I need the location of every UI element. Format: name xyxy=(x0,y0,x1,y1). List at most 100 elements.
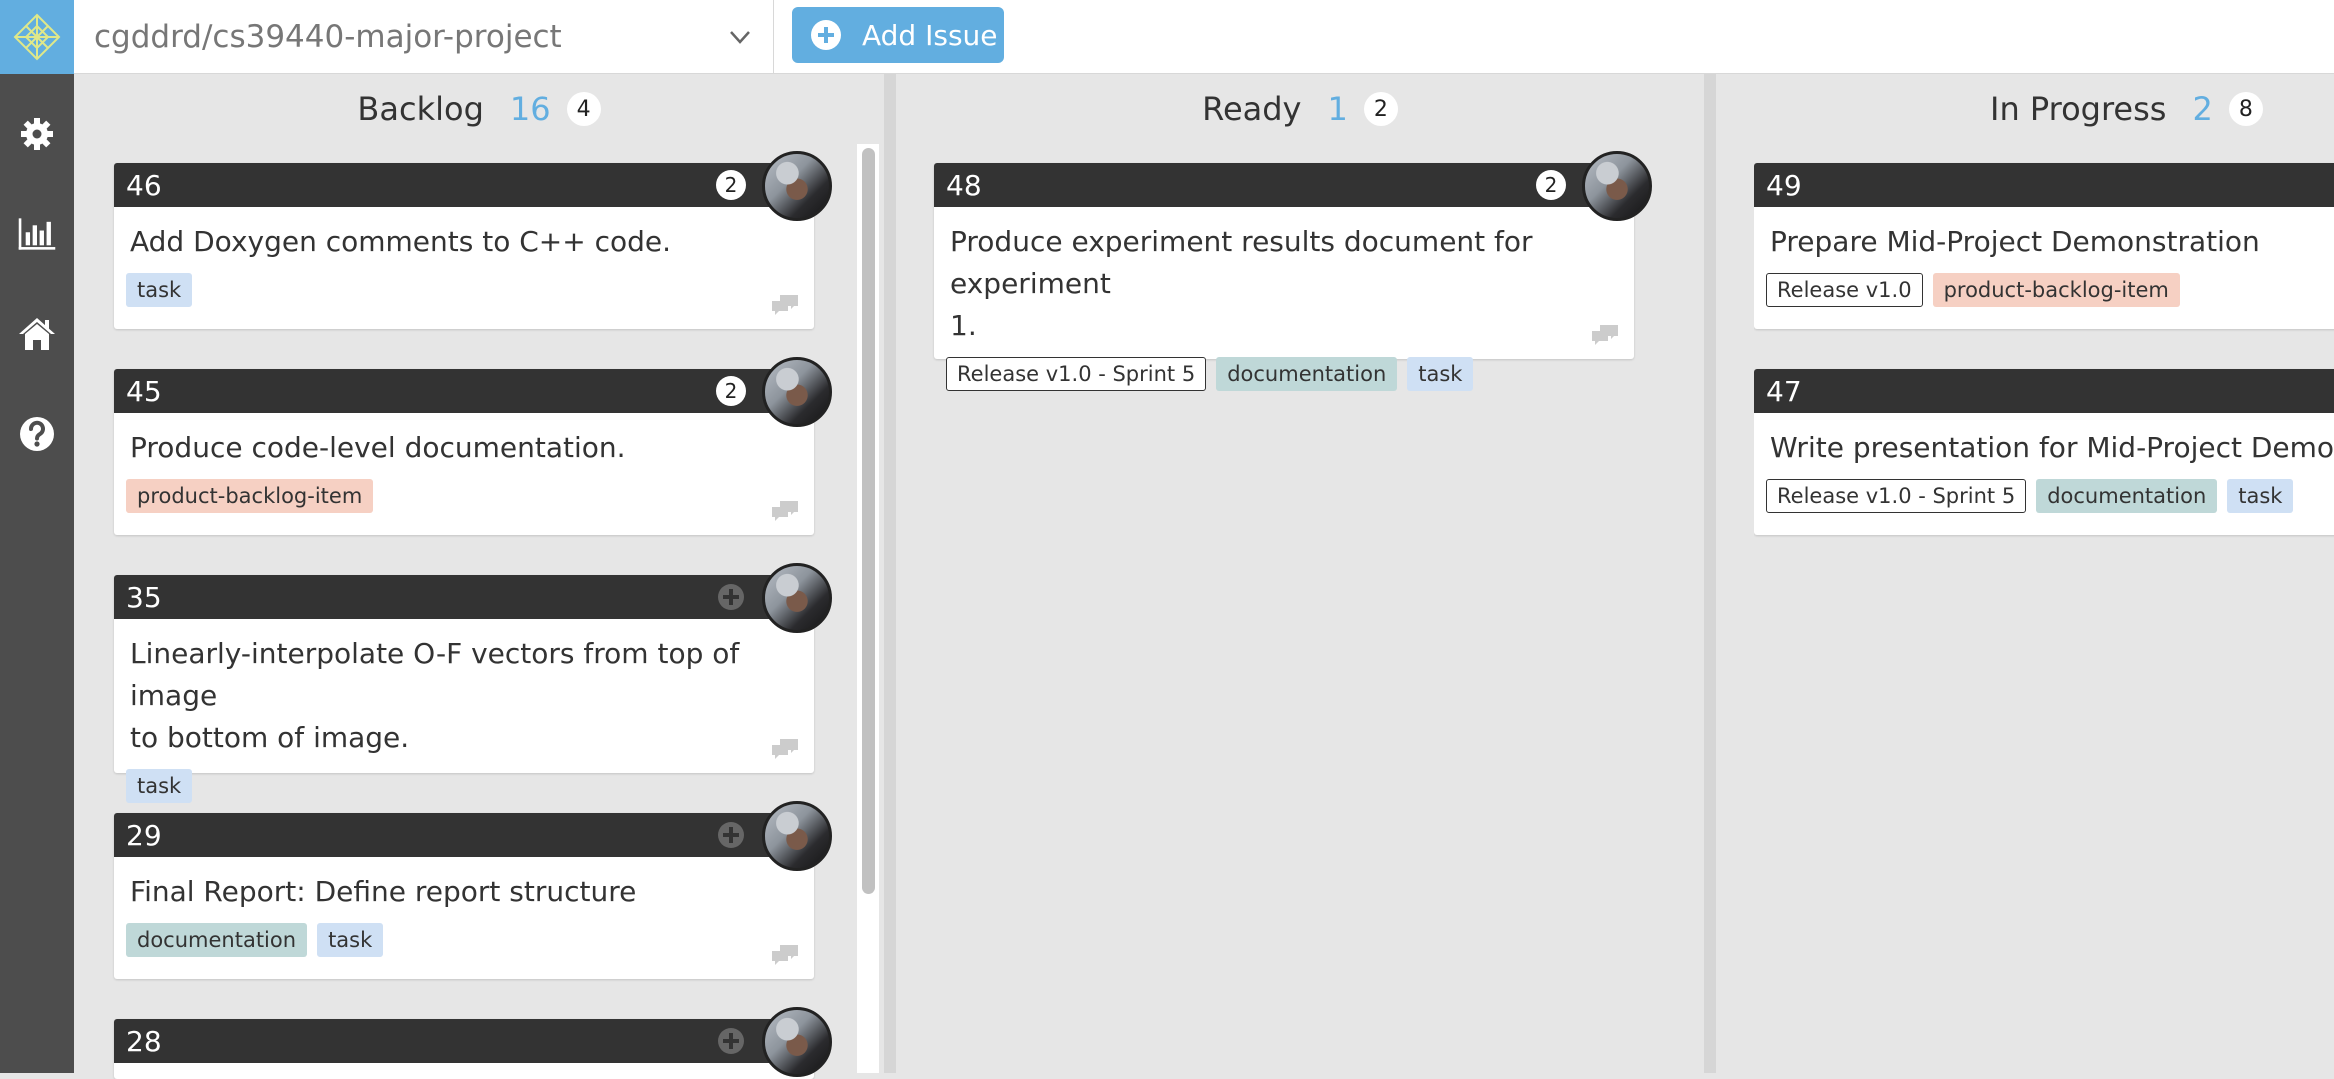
issue-title-line-2: to bottom of image. xyxy=(130,721,410,754)
issue-number: 47 xyxy=(1766,374,1802,408)
issue-number: 46 xyxy=(126,168,162,202)
label-documentation[interactable]: documentation xyxy=(1216,357,1398,391)
add-issue-label: Add Issue xyxy=(862,18,998,52)
repository-selector[interactable]: cgddrd/cs39440-major-project xyxy=(74,0,774,74)
label-task[interactable]: task xyxy=(126,273,193,307)
label-task[interactable]: task xyxy=(126,769,193,803)
issue-card-47[interactable]: 47 Write presentation for Mid-Project De… xyxy=(1754,369,2334,535)
bar-chart-icon xyxy=(18,218,56,250)
plus-circle-icon xyxy=(811,20,841,50)
sidebar xyxy=(0,74,74,1073)
issue-title: Write presentation for Mid-Project Demo. xyxy=(1770,431,2334,464)
milestone-label[interactable]: Release v1.0 xyxy=(1766,273,1923,307)
comments-icon[interactable] xyxy=(770,293,800,319)
app-logo[interactable] xyxy=(0,0,74,74)
issue-card-29[interactable]: 29 Final Report: Define report structure… xyxy=(114,801,832,979)
label-product-backlog-item[interactable]: product-backlog-item xyxy=(1932,273,2180,307)
column-issue-count: 1 xyxy=(1327,90,1348,128)
chevron-down-icon xyxy=(730,31,750,44)
label-list: task xyxy=(114,759,814,815)
home-icon xyxy=(19,318,55,350)
comments-icon[interactable] xyxy=(770,737,800,763)
add-assignee-icon[interactable] xyxy=(716,1026,746,1056)
column-title: Backlog xyxy=(357,90,484,128)
comment-count-badge: 2 xyxy=(1536,170,1566,200)
label-documentation[interactable]: documentation xyxy=(2036,479,2218,513)
repository-name: cgddrd/cs39440-major-project xyxy=(94,19,562,55)
issue-title: Produce experiment results document for … xyxy=(934,207,1634,347)
column-title: In Progress xyxy=(1990,90,2167,128)
card-header: 48 2 xyxy=(934,151,1652,221)
assignee-avatar[interactable] xyxy=(762,563,832,633)
column-title: Ready xyxy=(1202,90,1302,128)
assignee-avatar[interactable] xyxy=(762,151,832,221)
issue-number: 35 xyxy=(126,580,162,614)
add-assignee-icon[interactable] xyxy=(716,582,746,612)
assignee-avatar[interactable] xyxy=(762,357,832,427)
in-progress-cards-viewport: 49 Prepare Mid-Project Demonstration Rel… xyxy=(1754,150,2334,1073)
column-header-ready: Ready 1 2 xyxy=(896,84,1704,134)
issue-number: 28 xyxy=(126,1024,162,1058)
home-button[interactable] xyxy=(17,314,57,354)
column-badge: 2 xyxy=(1363,92,1398,126)
card-header: 46 2 xyxy=(114,151,832,221)
label-task[interactable]: task xyxy=(2227,479,2294,513)
issue-title-line-1: Produce experiment results document for … xyxy=(950,225,1533,300)
label-list: task xyxy=(114,263,814,319)
issue-number: 49 xyxy=(1766,168,1802,202)
issue-card-48[interactable]: 48 2 Produce experiment results document… xyxy=(934,151,1652,391)
issue-title: Produce code-level documentation. xyxy=(130,431,626,464)
column-divider xyxy=(1704,74,1716,1073)
logo-icon xyxy=(13,13,61,61)
label-list: product-backlog-item xyxy=(114,469,814,525)
assignee-avatar[interactable] xyxy=(762,801,832,871)
label-list: Release v1.0 product-backlog-item xyxy=(1754,263,2334,319)
card-header: 49 xyxy=(1754,163,2334,207)
settings-button[interactable] xyxy=(17,114,57,154)
card-header: 45 2 xyxy=(114,357,832,427)
column-header-backlog: Backlog 16 4 xyxy=(74,84,884,134)
label-task[interactable]: task xyxy=(317,923,384,957)
milestone-label[interactable]: Release v1.0 - Sprint 5 xyxy=(1766,479,2027,513)
card-header: 47 xyxy=(1754,369,2334,413)
backlog-scrollbar-thumb[interactable] xyxy=(862,148,875,894)
add-issue-button[interactable]: Add Issue xyxy=(792,7,1004,63)
assignee-avatar[interactable] xyxy=(762,1007,832,1077)
card-header: 28 xyxy=(114,1007,832,1077)
label-task[interactable]: task xyxy=(1407,357,1474,391)
comment-count-badge: 2 xyxy=(716,170,746,200)
comment-count-badge: 2 xyxy=(716,376,746,406)
card-header: 29 xyxy=(114,801,832,871)
comments-icon[interactable] xyxy=(1590,323,1620,349)
metrics-button[interactable] xyxy=(17,214,57,254)
top-bar: cgddrd/cs39440-major-project Add Issue xyxy=(0,0,2334,74)
comments-icon[interactable] xyxy=(770,499,800,525)
milestone-label[interactable]: Release v1.0 - Sprint 5 xyxy=(946,357,1207,391)
label-list: Release v1.0 - Sprint 5 documentation ta… xyxy=(1754,469,2334,525)
issue-title: Linearly-interpolate O-F vectors from to… xyxy=(114,619,814,759)
issue-card-28[interactable]: 28 xyxy=(114,1007,832,1079)
label-documentation[interactable]: documentation xyxy=(126,923,308,957)
gear-icon xyxy=(21,118,53,150)
issue-title: Prepare Mid-Project Demonstration xyxy=(1770,225,2260,258)
issue-card-45[interactable]: 45 2 Produce code-level documentation. p… xyxy=(114,357,832,535)
column-issue-count: 2 xyxy=(2192,90,2213,128)
card-header: 35 xyxy=(114,563,832,633)
column-badge: 8 xyxy=(2228,92,2263,126)
issue-card-49[interactable]: 49 Prepare Mid-Project Demonstration Rel… xyxy=(1754,163,2334,329)
column-issue-count: 16 xyxy=(509,90,551,128)
assignee-avatar[interactable] xyxy=(1582,151,1652,221)
help-button[interactable] xyxy=(17,414,57,454)
issue-card-46[interactable]: 46 2 Add Doxygen comments to C++ code. t… xyxy=(114,151,832,329)
issue-title-line-1: Linearly-interpolate O-F vectors from to… xyxy=(130,637,740,712)
column-divider xyxy=(884,74,896,1073)
issue-title-line-2: 1. xyxy=(950,309,977,342)
issue-number: 29 xyxy=(126,818,162,852)
column-header-in-progress: In Progress 2 8 xyxy=(1716,84,2334,134)
issue-title: Add Doxygen comments to C++ code. xyxy=(130,225,672,258)
label-list: Release v1.0 - Sprint 5 documentation ta… xyxy=(934,347,1634,403)
comments-icon[interactable] xyxy=(770,943,800,969)
add-assignee-icon[interactable] xyxy=(716,820,746,850)
issue-card-35[interactable]: 35 Linearly-interpolate O-F vectors from… xyxy=(114,563,832,803)
label-product-backlog-item[interactable]: product-backlog-item xyxy=(126,479,374,513)
